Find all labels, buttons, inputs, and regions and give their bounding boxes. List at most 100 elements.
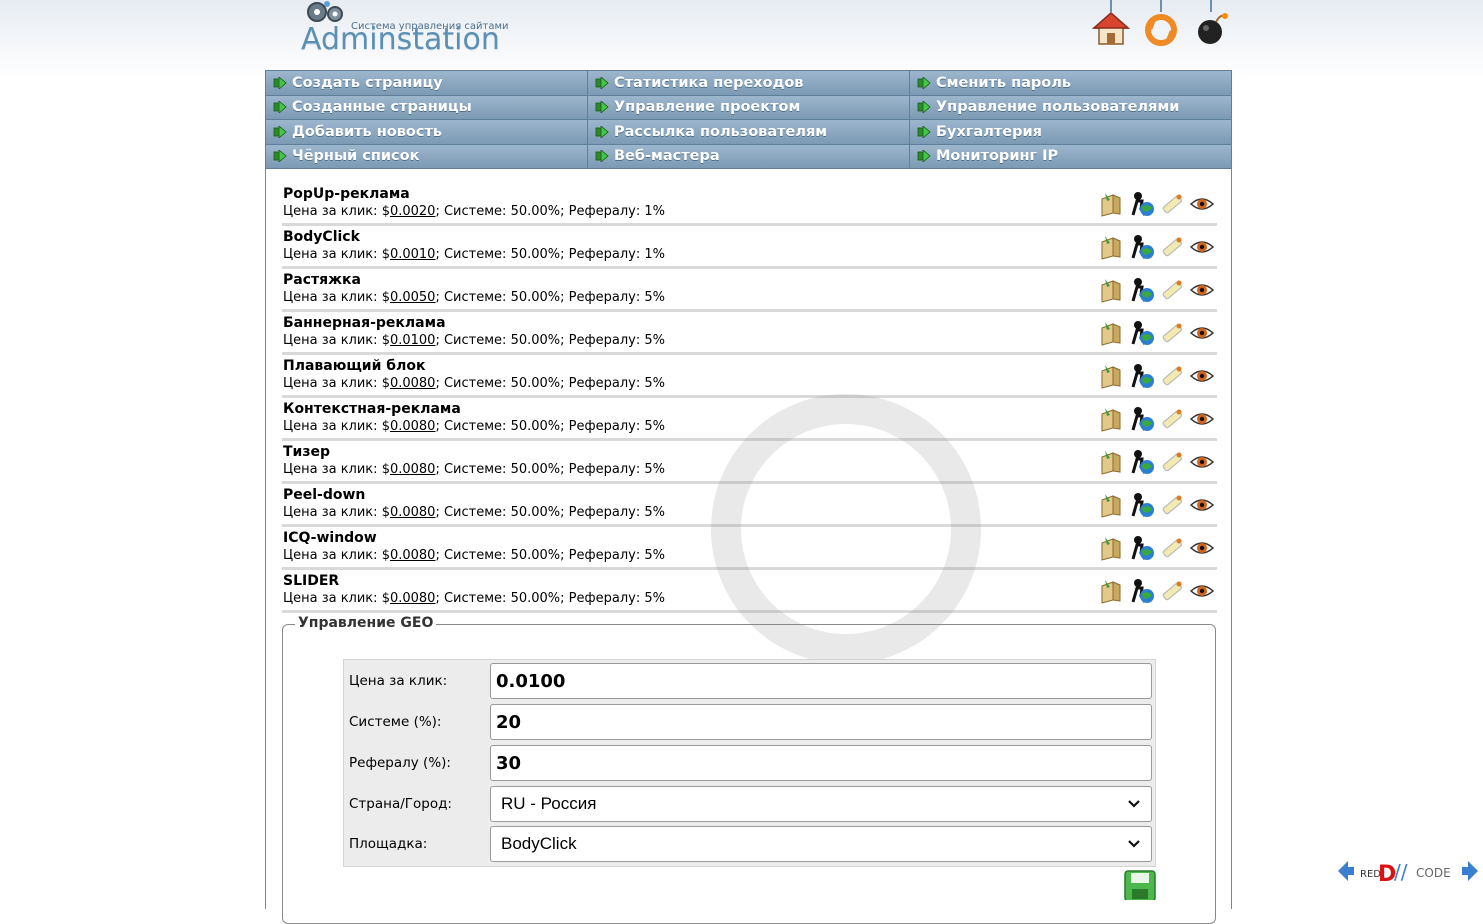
- arrow-right-icon: [917, 125, 931, 138]
- arrow-right-icon: [917, 101, 931, 114]
- referral-value: 5%: [644, 462, 665, 477]
- pencil-icon[interactable]: [1159, 406, 1185, 432]
- menu-item-label: Создать страницу: [292, 74, 443, 91]
- referral-value: 5%: [644, 419, 665, 434]
- pencil-icon[interactable]: [1159, 535, 1185, 561]
- user-globe-icon[interactable]: [1129, 578, 1155, 604]
- logout-button[interactable]: [1192, 0, 1230, 50]
- price-value[interactable]: 0.0050: [390, 290, 436, 305]
- referral-row: Рефералу (%):: [344, 742, 1155, 782]
- menu-item[interactable]: Бухгалтерия: [910, 120, 1231, 145]
- referral-value: 5%: [644, 376, 665, 391]
- row-actions: [1099, 535, 1217, 561]
- platform-select-value: BodyClick: [501, 834, 577, 853]
- menu-item[interactable]: Веб-мастера: [588, 144, 910, 169]
- menu-item-label: Созданные страницы: [292, 99, 472, 116]
- referral-label: Рефералу:: [568, 548, 641, 563]
- eye-icon[interactable]: [1189, 578, 1215, 604]
- price-value[interactable]: 0.0080: [390, 548, 436, 563]
- price-value[interactable]: 0.0020: [390, 204, 436, 219]
- platform-select[interactable]: BodyClick: [490, 826, 1152, 862]
- currency-symbol: $: [381, 462, 390, 477]
- eye-icon[interactable]: [1189, 363, 1215, 389]
- user-globe-icon[interactable]: [1129, 449, 1155, 475]
- box-edit-icon[interactable]: [1099, 449, 1125, 475]
- eye-icon[interactable]: [1189, 234, 1215, 260]
- chevron-down-icon: [1128, 800, 1140, 808]
- arrow-right-icon: [595, 150, 609, 163]
- pencil-icon[interactable]: [1159, 578, 1185, 604]
- pencil-icon[interactable]: [1159, 449, 1185, 475]
- arrow-right-icon: [595, 125, 609, 138]
- price-value[interactable]: 0.0080: [390, 462, 436, 477]
- pencil-icon[interactable]: [1159, 234, 1185, 260]
- menu-item[interactable]: Рассылка пользователям: [588, 120, 910, 145]
- ad-type-name: ICQ-window: [283, 530, 377, 546]
- price-value[interactable]: 0.0010: [390, 247, 436, 262]
- menu-item-label: Бухгалтерия: [936, 123, 1042, 140]
- svg-text://: //: [1394, 860, 1408, 884]
- page-container: Система управления сайтами Adminstation: [265, 0, 1232, 924]
- menu-item[interactable]: Мониторинг IP: [910, 144, 1231, 169]
- user-globe-icon[interactable]: [1129, 406, 1155, 432]
- menu-item[interactable]: Создать страницу: [266, 71, 588, 96]
- ad-type-details: Цена за клик: $0.0080; Системе: 50.00%; …: [283, 505, 665, 520]
- menu-item[interactable]: Управление проектом: [588, 95, 910, 120]
- site-logo[interactable]: Система управления сайтами Adminstation: [265, 0, 525, 70]
- box-edit-icon[interactable]: [1099, 492, 1125, 518]
- box-edit-icon[interactable]: [1099, 191, 1125, 217]
- box-edit-icon[interactable]: [1099, 535, 1125, 561]
- price-value[interactable]: 0.0080: [390, 591, 436, 606]
- price-label: Цена за клик:: [283, 290, 378, 305]
- referral-value: 5%: [644, 548, 665, 563]
- box-edit-icon[interactable]: [1099, 320, 1125, 346]
- eye-icon[interactable]: [1189, 492, 1215, 518]
- pencil-icon[interactable]: [1159, 191, 1185, 217]
- menu-item[interactable]: Сменить пароль: [910, 71, 1231, 96]
- box-edit-icon[interactable]: [1099, 234, 1125, 260]
- menu-item[interactable]: Добавить новость: [266, 120, 588, 145]
- user-globe-icon[interactable]: [1129, 535, 1155, 561]
- eye-icon[interactable]: [1189, 320, 1215, 346]
- price-input[interactable]: [490, 663, 1152, 699]
- box-edit-icon[interactable]: [1099, 406, 1125, 432]
- geo-fieldset: Управление GEO Цена за клик: Системе (%)…: [282, 615, 1216, 924]
- eye-icon[interactable]: [1189, 449, 1215, 475]
- eye-icon[interactable]: [1189, 406, 1215, 432]
- user-globe-icon[interactable]: [1129, 492, 1155, 518]
- bomb-icon: [1198, 13, 1228, 44]
- menu-item[interactable]: Чёрный список: [266, 144, 588, 169]
- refresh-button[interactable]: [1142, 0, 1180, 50]
- eye-icon[interactable]: [1189, 191, 1215, 217]
- box-edit-icon[interactable]: [1099, 277, 1125, 303]
- user-globe-icon[interactable]: [1129, 277, 1155, 303]
- pencil-icon[interactable]: [1159, 320, 1185, 346]
- price-value[interactable]: 0.0100: [390, 333, 436, 348]
- price-value[interactable]: 0.0080: [390, 376, 436, 391]
- system-percent-input[interactable]: [490, 704, 1152, 740]
- box-edit-icon[interactable]: [1099, 578, 1125, 604]
- price-value[interactable]: 0.0080: [390, 419, 436, 434]
- arrow-right-icon: [595, 76, 609, 89]
- pencil-icon[interactable]: [1159, 277, 1185, 303]
- box-edit-icon[interactable]: [1099, 363, 1125, 389]
- home-button[interactable]: [1092, 0, 1130, 50]
- eye-icon[interactable]: [1189, 535, 1215, 561]
- system-value: 50.00%: [510, 333, 561, 348]
- country-select-value: RU - Россия: [501, 794, 597, 813]
- user-globe-icon[interactable]: [1129, 191, 1155, 217]
- price-label: Цена за клик:: [283, 462, 378, 477]
- user-globe-icon[interactable]: [1129, 320, 1155, 346]
- referral-percent-input[interactable]: [490, 745, 1152, 781]
- pencil-icon[interactable]: [1159, 492, 1185, 518]
- menu-item[interactable]: Статистика переходов: [588, 71, 910, 96]
- user-globe-icon[interactable]: [1129, 363, 1155, 389]
- user-globe-icon[interactable]: [1129, 234, 1155, 260]
- menu-item[interactable]: Управление пользователями: [910, 95, 1231, 120]
- menu-item[interactable]: Созданные страницы: [266, 95, 588, 120]
- price-value[interactable]: 0.0080: [390, 505, 436, 520]
- country-select[interactable]: RU - Россия: [490, 786, 1152, 822]
- row-actions: [1099, 449, 1217, 475]
- pencil-icon[interactable]: [1159, 363, 1185, 389]
- eye-icon[interactable]: [1189, 277, 1215, 303]
